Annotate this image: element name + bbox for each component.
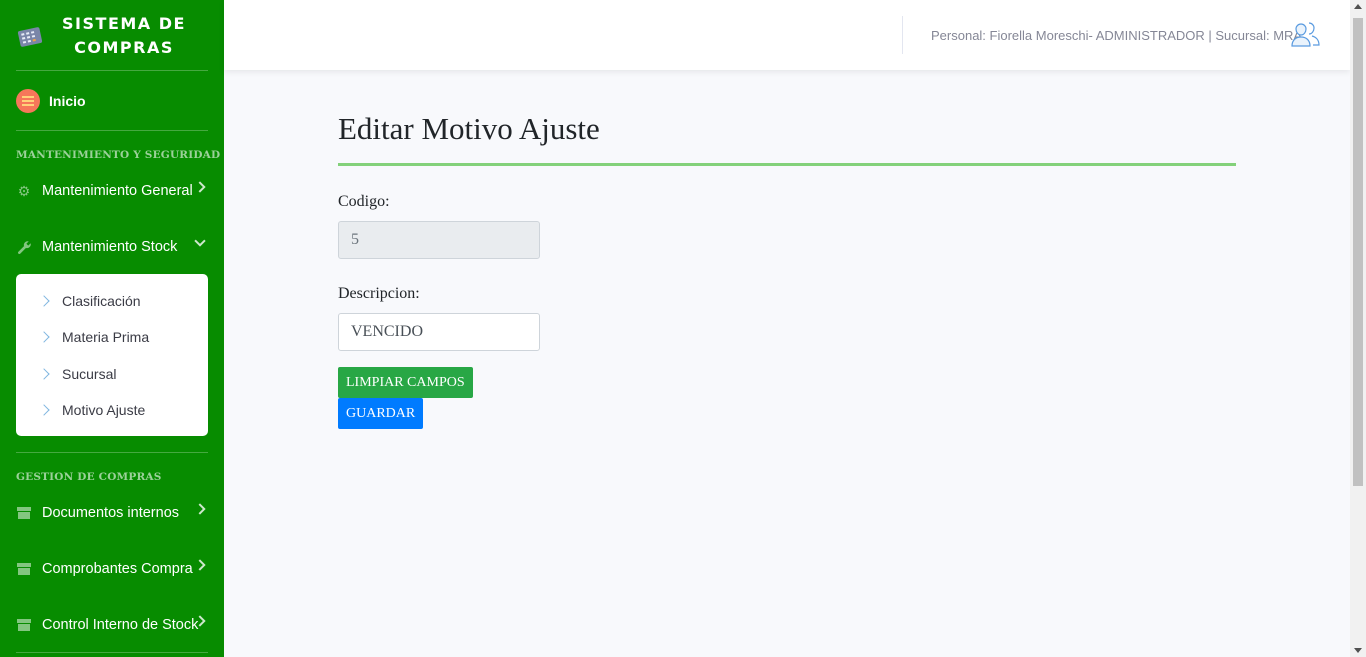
submenu-item-motivo-ajuste[interactable]: Motivo Ajuste [38, 400, 146, 420]
sidebar-divider [16, 70, 208, 71]
chevron-right-icon [38, 404, 50, 416]
brand-title: SISTEMA DE COMPRAS [62, 14, 186, 57]
chevron-right-icon [38, 368, 50, 380]
chevron-down-icon [194, 235, 206, 247]
sidebar-item-label: Mantenimiento General [42, 183, 193, 199]
brand[interactable]: SISTEMA DE COMPRAS [0, 0, 224, 70]
archive-icon [16, 505, 32, 521]
sidebar-heading-compras: GESTION DE COMPRAS [16, 471, 162, 483]
sidebar-item-mantenimiento-stock[interactable]: Mantenimiento Stock [16, 235, 208, 259]
submenu-mantenimiento-stock: Clasificación Materia Prima Sucursal Mot… [16, 274, 208, 436]
sidebar-heading-mantenimiento: MANTENIMIENTO Y SEGURIDAD [16, 149, 221, 161]
sidebar-item-control-interno-stock[interactable]: Control Interno de Stock [16, 613, 208, 637]
submenu-item-label: Motivo Ajuste [62, 402, 146, 418]
archive-icon [16, 561, 32, 577]
sidebar-item-inicio[interactable]: Inicio [16, 88, 86, 114]
submenu-item-label: Clasificación [62, 293, 141, 309]
topbar: Personal: Fiorella Moreschi- ADMINISTRAD… [224, 0, 1350, 70]
calculator-icon [17, 27, 43, 47]
chevron-right-icon [194, 181, 206, 193]
codigo-field[interactable]: 5 [338, 221, 540, 259]
sidebar-item-comprobantes-compra[interactable]: Comprobantes Compra [16, 557, 208, 581]
sidebar-item-mantenimiento-general[interactable]: ⚙ Mantenimiento General [16, 179, 208, 203]
title-divider [338, 163, 1236, 166]
scroll-thumb[interactable] [1353, 18, 1363, 486]
sidebar-item-documentos-internos[interactable]: Documentos internos [16, 501, 208, 525]
chevron-right-icon [194, 503, 206, 515]
topbar-divider [902, 16, 903, 54]
submenu-item-sucursal[interactable]: Sucursal [38, 364, 117, 384]
sidebar-divider [16, 652, 208, 653]
sidebar-item-label: Control Interno de Stock [42, 617, 199, 633]
user-info[interactable]: Personal: Fiorella Moreschi- ADMINISTRAD… [931, 28, 1302, 43]
sidebar-item-label: Documentos internos [42, 505, 180, 521]
save-button[interactable]: GUARDAR [338, 398, 424, 429]
clear-fields-button[interactable]: LIMPIAR CAMPOS [338, 367, 473, 398]
submenu-item-label: Materia Prima [62, 329, 150, 345]
submenu-item-materia-prima[interactable]: Materia Prima [38, 327, 150, 347]
sidebar-divider [16, 452, 208, 453]
sidebar: SISTEMA DE COMPRAS Inicio MANTENIMIENTO … [0, 0, 224, 657]
sidebar-item-label: Comprobantes Compra [42, 561, 193, 577]
sidebar-item-label: Inicio [49, 93, 86, 109]
codigo-label: Codigo: [338, 193, 390, 210]
sidebar-item-label: Mantenimiento Stock [42, 239, 178, 255]
scrollbar[interactable] [1350, 0, 1366, 657]
chevron-right-icon [194, 559, 206, 571]
submenu-item-label: Sucursal [62, 366, 117, 382]
gear-icon: ⚙ [17, 182, 31, 199]
submenu-item-clasificacion[interactable]: Clasificación [38, 291, 141, 311]
scroll-down-arrow-icon[interactable] [1354, 648, 1362, 653]
descripcion-field[interactable]: VENCIDO [338, 313, 540, 351]
scroll-up-arrow-icon[interactable] [1354, 4, 1362, 9]
home-icon [16, 89, 40, 113]
chevron-right-icon [38, 331, 50, 343]
archive-icon [16, 617, 32, 633]
users-icon[interactable] [1290, 20, 1320, 50]
wrench-icon [16, 239, 32, 255]
chevron-right-icon [38, 295, 50, 307]
descripcion-label: Descripcion: [338, 285, 420, 302]
sidebar-divider [16, 130, 208, 131]
page-title: Editar Motivo Ajuste [338, 111, 600, 146]
